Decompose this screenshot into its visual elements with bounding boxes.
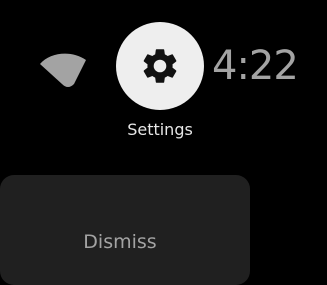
dismiss-button[interactable]: Dismiss xyxy=(0,175,250,285)
wifi-icon xyxy=(40,53,86,87)
settings-button[interactable] xyxy=(116,22,204,110)
clock-time: 4:22 xyxy=(212,43,299,89)
status-row: 4:22 Settings xyxy=(0,0,327,139)
gear-icon xyxy=(143,49,177,83)
dismiss-label: Dismiss xyxy=(83,231,157,253)
settings-label: Settings xyxy=(127,120,193,139)
